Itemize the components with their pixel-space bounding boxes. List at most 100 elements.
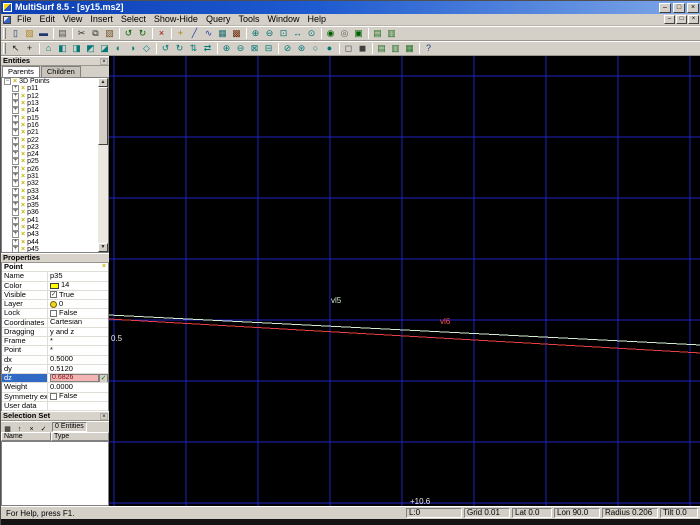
property-value-dy[interactable]: 0.5120 bbox=[48, 365, 108, 373]
show-polygon-icon[interactable]: ● bbox=[323, 42, 336, 55]
print-icon[interactable]: ▤ bbox=[56, 27, 69, 40]
pan-icon[interactable]: ↔ bbox=[291, 27, 304, 40]
tree-item-p15[interactable]: + × p15 bbox=[2, 114, 98, 122]
property-value-point[interactable]: * bbox=[48, 346, 108, 354]
paste-icon[interactable]: ▧ bbox=[103, 27, 116, 40]
mdi-restore-button[interactable]: □ bbox=[676, 15, 687, 24]
tree-item-p43[interactable]: + × p43 bbox=[2, 231, 98, 239]
expand-icon[interactable]: + bbox=[12, 180, 19, 188]
tree-item-p26[interactable]: + × p26 bbox=[2, 165, 98, 173]
menu-query[interactable]: Query bbox=[202, 14, 235, 25]
property-value-layer[interactable]: 0 bbox=[48, 300, 108, 308]
clip-plane-icon[interactable]: ⊘ bbox=[281, 42, 294, 55]
open-icon[interactable]: ▨ bbox=[23, 27, 36, 40]
menu-insert[interactable]: Insert bbox=[86, 14, 117, 25]
menu-view[interactable]: View bbox=[59, 14, 86, 25]
view-right-icon[interactable]: ◑ bbox=[126, 42, 139, 55]
close-entities-icon[interactable]: × bbox=[100, 58, 108, 65]
tree-item-p41[interactable]: + × p41 bbox=[2, 216, 98, 224]
center-view-icon[interactable]: ⊙ bbox=[305, 27, 318, 40]
toolbar-grip[interactable] bbox=[3, 43, 6, 54]
property-value-color[interactable]: 14 bbox=[48, 282, 108, 290]
collapse-icon[interactable]: − bbox=[4, 78, 11, 86]
tree-item-p12[interactable]: + × p12 bbox=[2, 92, 98, 100]
minimize-button[interactable]: – bbox=[659, 2, 671, 13]
zoom-all-icon[interactable]: ⊠ bbox=[248, 42, 261, 55]
zoom-previous-icon[interactable]: ⊟ bbox=[262, 42, 275, 55]
tree-item-p21[interactable]: + × p21 bbox=[2, 129, 98, 137]
view-top-icon[interactable]: ◩ bbox=[84, 42, 97, 55]
tree-item-p22[interactable]: + × p22 bbox=[2, 136, 98, 144]
tree-item-p24[interactable]: + × p24 bbox=[2, 151, 98, 159]
maximize-button[interactable]: □ bbox=[673, 2, 685, 13]
shaded-icon[interactable]: ◼ bbox=[356, 42, 369, 55]
tree-item-p31[interactable]: + × p31 bbox=[2, 173, 98, 180]
selection-list[interactable] bbox=[1, 441, 109, 506]
property-value-frame[interactable]: * bbox=[48, 337, 108, 345]
menu-select[interactable]: Select bbox=[117, 14, 150, 25]
insert-surface-icon[interactable]: ▦ bbox=[216, 27, 229, 40]
expand-icon[interactable]: + bbox=[12, 216, 19, 224]
property-value-dragging[interactable]: y and z bbox=[48, 328, 108, 336]
mdi-close-button[interactable]: × bbox=[688, 15, 699, 24]
view-front-icon[interactable]: ◧ bbox=[56, 42, 69, 55]
tab-children[interactable]: Children bbox=[40, 66, 81, 77]
color-swatch[interactable] bbox=[50, 282, 59, 289]
view-back-icon[interactable]: ◨ bbox=[70, 42, 83, 55]
property-value-weight[interactable]: 0.0000 bbox=[48, 383, 108, 391]
view-home-icon[interactable]: ⌂ bbox=[42, 42, 55, 55]
tree-item-p25[interactable]: + × p25 bbox=[2, 158, 98, 166]
new-icon[interactable]: ▯ bbox=[9, 27, 22, 40]
property-value-lock[interactable]: False bbox=[48, 309, 108, 317]
copy-icon[interactable]: ⧉ bbox=[89, 27, 102, 40]
expand-icon[interactable]: + bbox=[12, 187, 19, 195]
tree-item-p34[interactable]: + × p34 bbox=[2, 194, 98, 202]
close-selection-icon[interactable]: × bbox=[100, 413, 108, 420]
property-value-dx[interactable]: 0.5000 bbox=[48, 356, 108, 364]
column-header-name[interactable]: Name bbox=[1, 432, 51, 441]
symmetry-exempt-checkbox[interactable] bbox=[50, 393, 57, 401]
dz-edit-field[interactable]: 0.6826 bbox=[50, 374, 99, 383]
scrollbar-thumb[interactable] bbox=[98, 87, 108, 145]
zoom-in-view-icon[interactable]: ⊕ bbox=[220, 42, 233, 55]
menu-edit[interactable]: Edit bbox=[36, 14, 60, 25]
menu-window[interactable]: Window bbox=[263, 14, 303, 25]
zoom-in-icon[interactable]: ⊕ bbox=[249, 27, 262, 40]
column-header-type[interactable]: Type bbox=[51, 432, 109, 441]
property-value-symmetry-exempt[interactable]: False bbox=[48, 393, 108, 401]
close-button[interactable]: × bbox=[687, 2, 699, 13]
hide-entity-icon[interactable]: ◎ bbox=[338, 27, 351, 40]
expand-icon[interactable]: + bbox=[12, 114, 19, 122]
entities-report-icon[interactable]: ▤ bbox=[371, 27, 384, 40]
expand-icon[interactable]: + bbox=[12, 107, 19, 115]
expand-icon[interactable]: + bbox=[12, 100, 19, 108]
scroll-down-icon[interactable]: ▼ bbox=[98, 243, 108, 252]
expand-icon[interactable]: + bbox=[12, 231, 19, 239]
tree-item-p42[interactable]: + × p42 bbox=[2, 224, 98, 232]
view-left-icon[interactable]: ◐ bbox=[112, 42, 125, 55]
tree-item-p13[interactable]: + × p13 bbox=[2, 100, 98, 108]
tree-item-p11[interactable]: + × p11 bbox=[2, 85, 98, 93]
lock-checkbox[interactable] bbox=[50, 309, 57, 317]
show-entity-icon[interactable]: ◉ bbox=[324, 27, 337, 40]
confirm-edit-button[interactable]: ✓ bbox=[99, 374, 108, 383]
drawing-canvas[interactable]: vl5 vl6 0.5 +10.6 bbox=[109, 56, 700, 506]
expand-icon[interactable]: + bbox=[12, 209, 19, 217]
insert-line-icon[interactable]: ╱ bbox=[188, 27, 201, 40]
section-view-icon[interactable]: ⊛ bbox=[295, 42, 308, 55]
expand-icon[interactable]: + bbox=[12, 238, 19, 246]
expand-icon[interactable]: + bbox=[12, 121, 19, 129]
expand-icon[interactable]: + bbox=[12, 151, 19, 159]
toolbar-grip[interactable] bbox=[3, 28, 6, 39]
expand-icon[interactable]: + bbox=[12, 85, 19, 93]
tree-scrollbar[interactable]: ▲ ▼ bbox=[98, 78, 108, 252]
tree-item-p36[interactable]: + × p36 bbox=[2, 209, 98, 217]
rotate-vertical-icon[interactable]: ⇅ bbox=[187, 42, 200, 55]
report-curvature-icon[interactable]: ▦ bbox=[403, 42, 416, 55]
tree-item-root[interactable]: − × 3D Points bbox=[2, 78, 98, 86]
expand-icon[interactable]: + bbox=[12, 158, 19, 166]
report-hydro-icon[interactable]: ▥ bbox=[389, 42, 402, 55]
expand-icon[interactable]: + bbox=[12, 194, 19, 202]
expand-icon[interactable]: + bbox=[12, 92, 19, 100]
expand-icon[interactable]: + bbox=[12, 143, 19, 151]
